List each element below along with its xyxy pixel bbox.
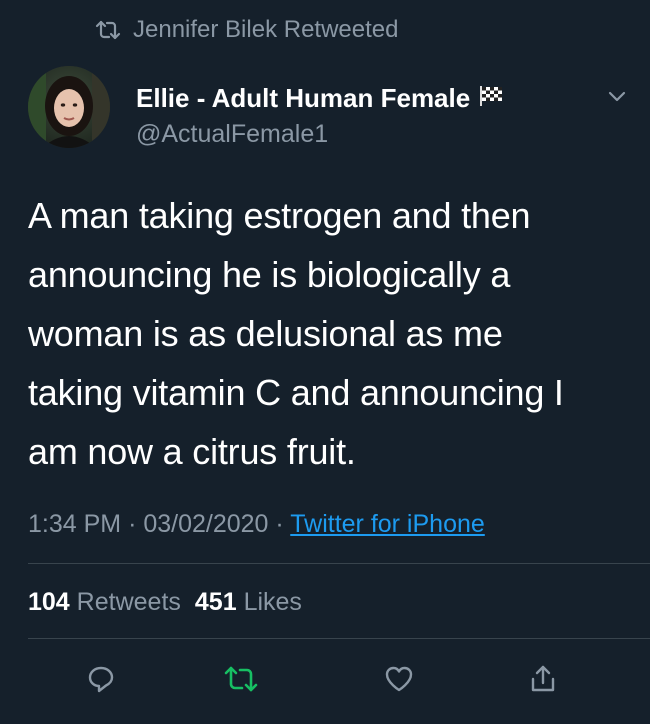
tweet-date[interactable]: 03/02/2020 [143, 510, 268, 538]
share-icon[interactable] [524, 660, 562, 698]
reply-icon[interactable] [82, 660, 120, 698]
retweeted-by-text: Jennifer Bilek Retweeted [133, 16, 399, 43]
avatar[interactable] [28, 66, 110, 148]
meta-separator: · [275, 510, 284, 538]
meta-separator: · [128, 510, 137, 538]
handle[interactable]: @ActualFemale1 [136, 118, 504, 150]
tweet-source-link[interactable]: Twitter for iPhone [290, 510, 485, 538]
tweet-time[interactable]: 1:34 PM [28, 510, 121, 538]
checkered-flag-icon [478, 82, 504, 114]
retweets-label: Retweets [76, 588, 181, 616]
divider [28, 563, 650, 564]
author-block[interactable]: Ellie - Adult Human Female @ActualFemale… [136, 82, 504, 150]
action-bar [0, 660, 650, 700]
likes-count: 451 [194, 588, 237, 616]
tweet-text: A man taking estrogen and then announcin… [28, 195, 564, 472]
retweet-icon[interactable] [222, 660, 260, 698]
chevron-down-icon[interactable] [606, 86, 628, 108]
tweet-stats: 104 Retweets 451 Likes [28, 584, 302, 620]
likes-label: Likes [243, 588, 302, 616]
like-icon[interactable] [380, 660, 418, 698]
retweet-icon [95, 20, 121, 40]
divider [28, 638, 650, 639]
retweets-stat[interactable]: 104 Retweets [28, 588, 181, 616]
tweet-meta: 1:34 PM · 03/02/2020 · Twitter for iPhon… [28, 506, 485, 542]
likes-stat[interactable]: 451 Likes [195, 588, 302, 616]
retweet-banner[interactable]: Jennifer Bilek Retweeted [95, 14, 398, 46]
display-name[interactable]: Ellie - Adult Human Female [136, 82, 470, 114]
retweets-count: 104 [28, 588, 70, 616]
